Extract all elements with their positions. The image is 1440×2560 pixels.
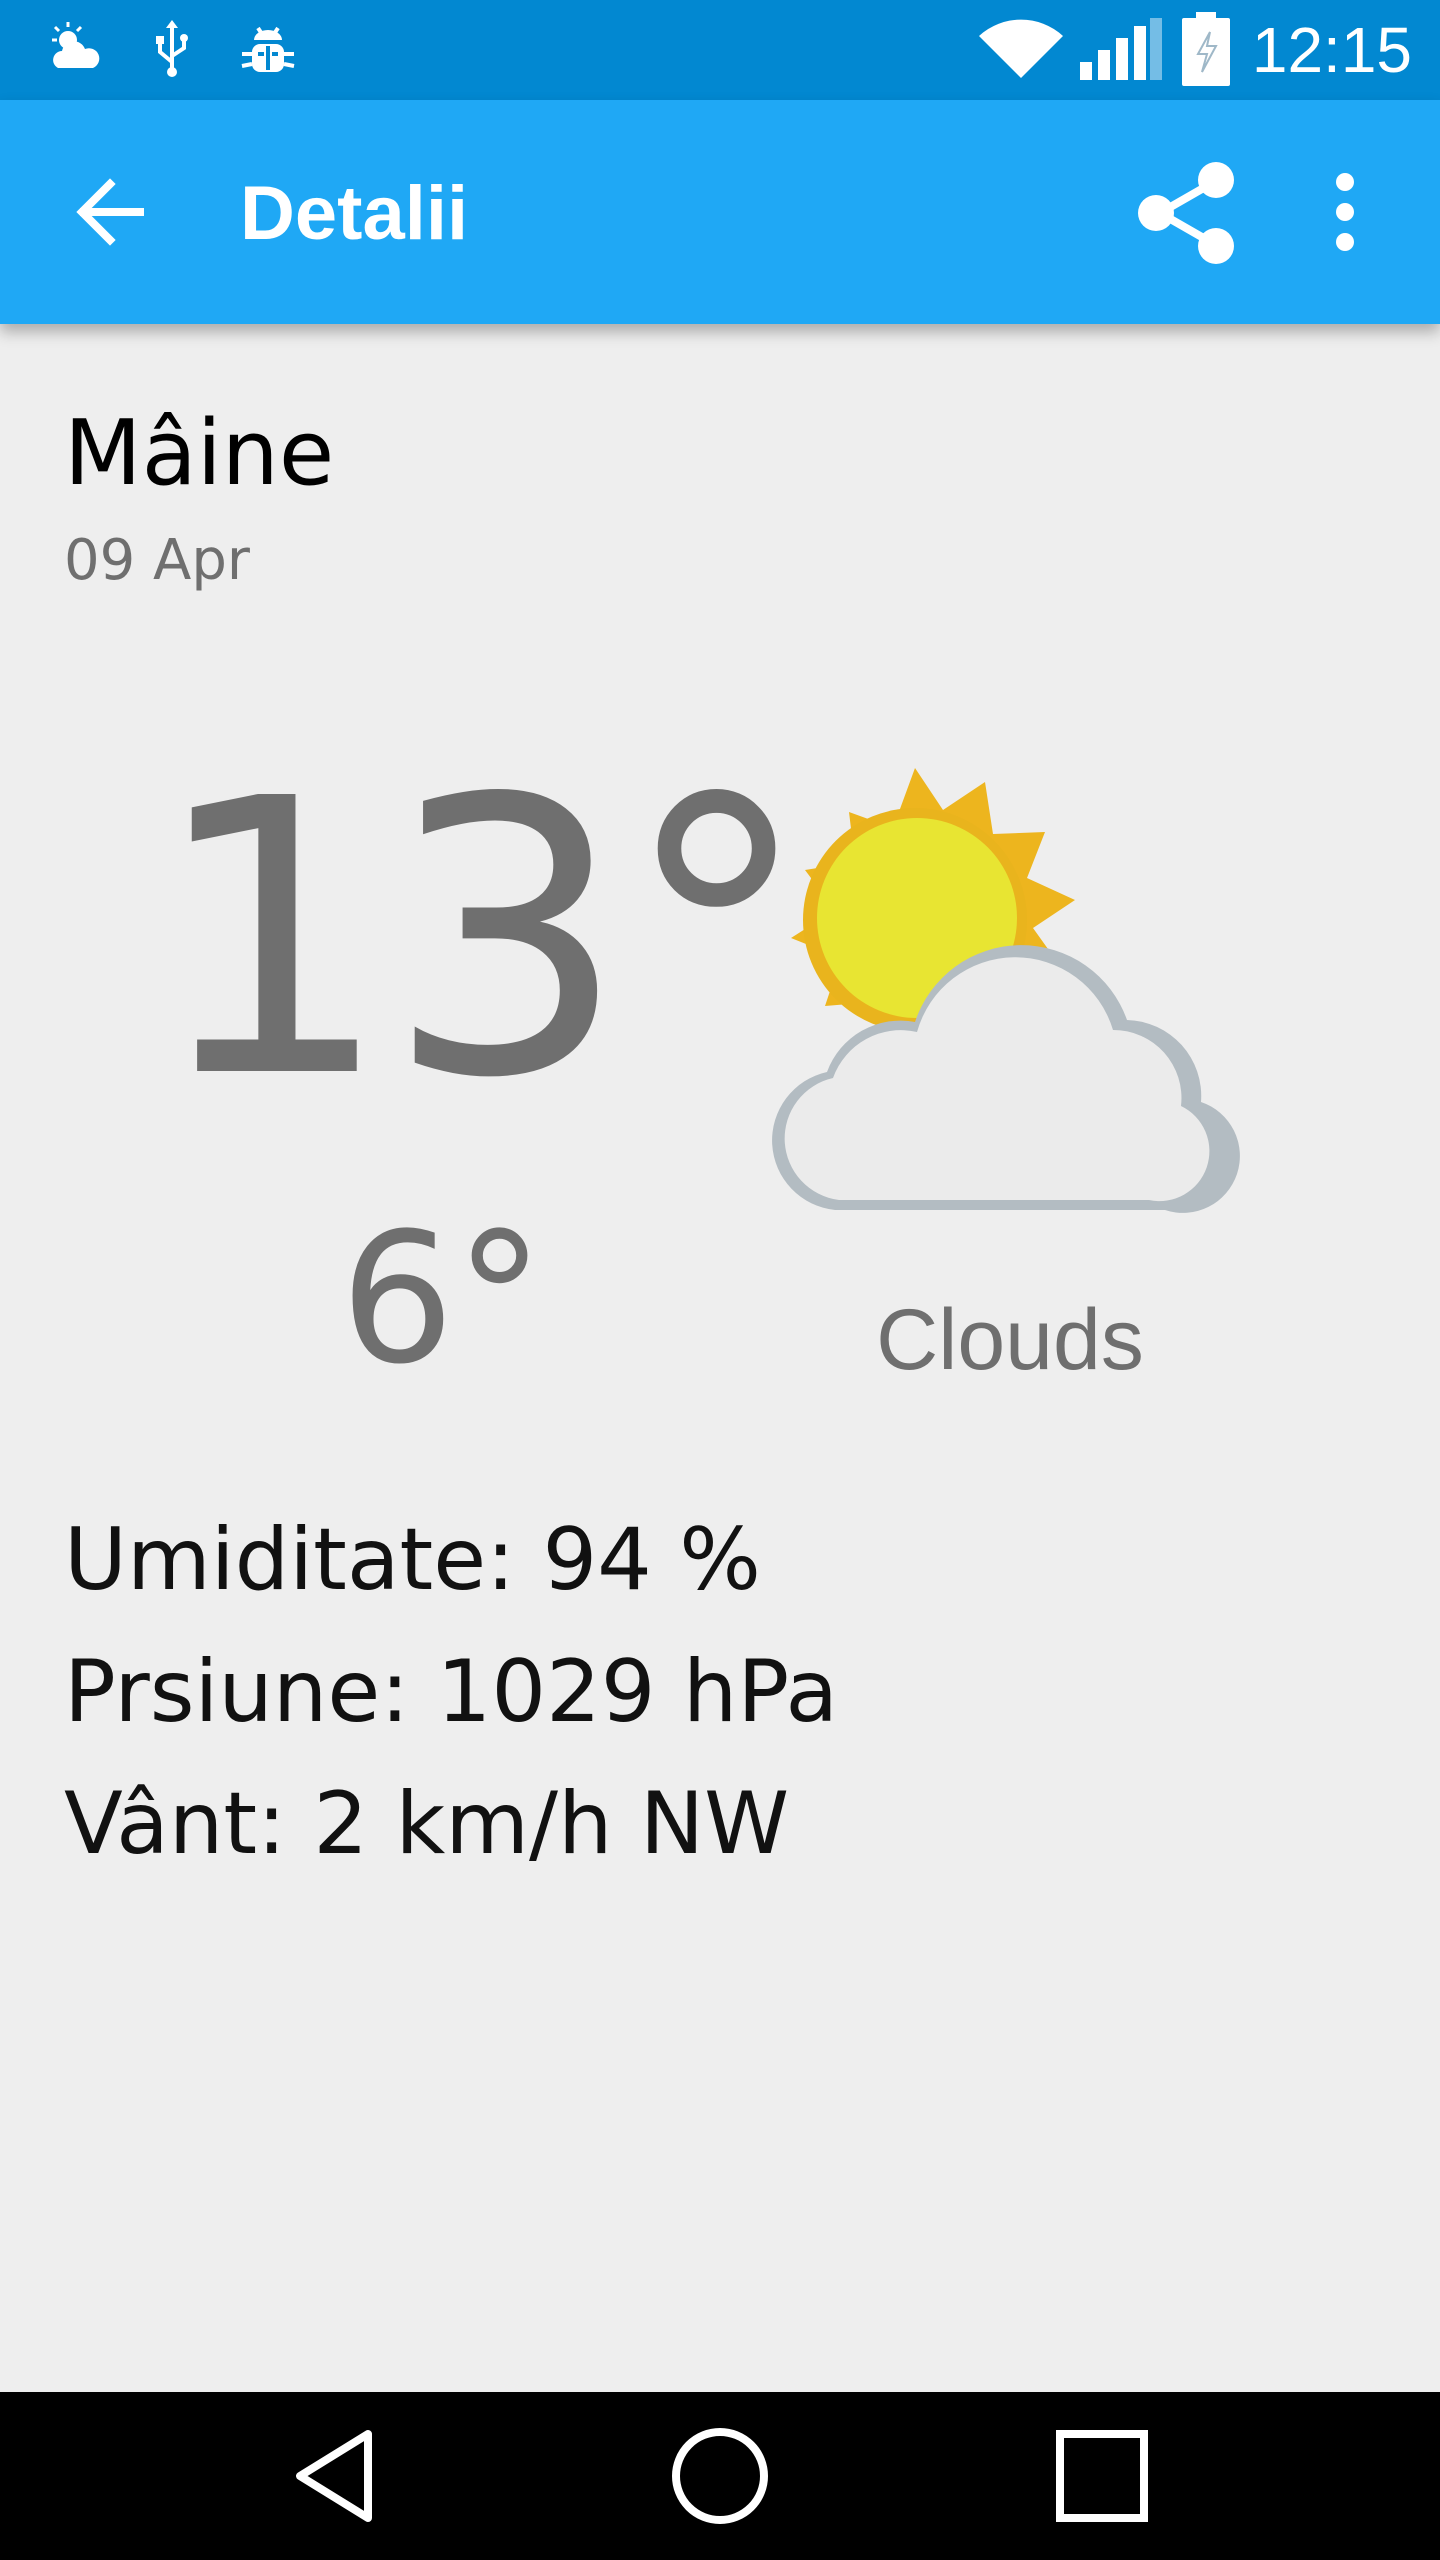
weather-notification-icon bbox=[44, 18, 108, 82]
status-bar: 12:15 bbox=[0, 0, 1440, 100]
nav-back-icon[interactable] bbox=[284, 2420, 396, 2532]
navigation-bar bbox=[0, 2392, 1440, 2560]
low-temperature: 6° bbox=[340, 1195, 545, 1404]
arrow-back-icon[interactable] bbox=[60, 162, 160, 262]
wind-text: Vânt: 2 km/h NW bbox=[64, 1774, 790, 1874]
partly-cloudy-icon bbox=[745, 760, 1265, 1220]
cell-signal-icon bbox=[1078, 18, 1164, 82]
share-icon[interactable] bbox=[1130, 158, 1240, 268]
usb-icon bbox=[140, 18, 204, 82]
date-label: 09 Apr bbox=[64, 528, 250, 593]
humidity-text: Umiditate: 94 % bbox=[64, 1510, 761, 1610]
nav-recents-icon[interactable] bbox=[1046, 2420, 1158, 2532]
status-time: 12:15 bbox=[1251, 14, 1412, 86]
page-title: Detalii bbox=[240, 171, 469, 256]
debug-bug-icon bbox=[236, 18, 300, 82]
wifi-icon bbox=[975, 18, 1067, 82]
nav-home-icon[interactable] bbox=[664, 2420, 776, 2532]
battery-charging-icon bbox=[1180, 12, 1232, 88]
app-bar: Detalii bbox=[0, 100, 1440, 324]
day-label: Mâine bbox=[64, 401, 335, 506]
more-vert-icon[interactable] bbox=[1300, 162, 1390, 262]
pressure-text: Prsiune: 1029 hPa bbox=[64, 1642, 839, 1742]
condition-label: Clouds bbox=[876, 1292, 1144, 1388]
high-temperature: 13° bbox=[150, 718, 812, 1161]
